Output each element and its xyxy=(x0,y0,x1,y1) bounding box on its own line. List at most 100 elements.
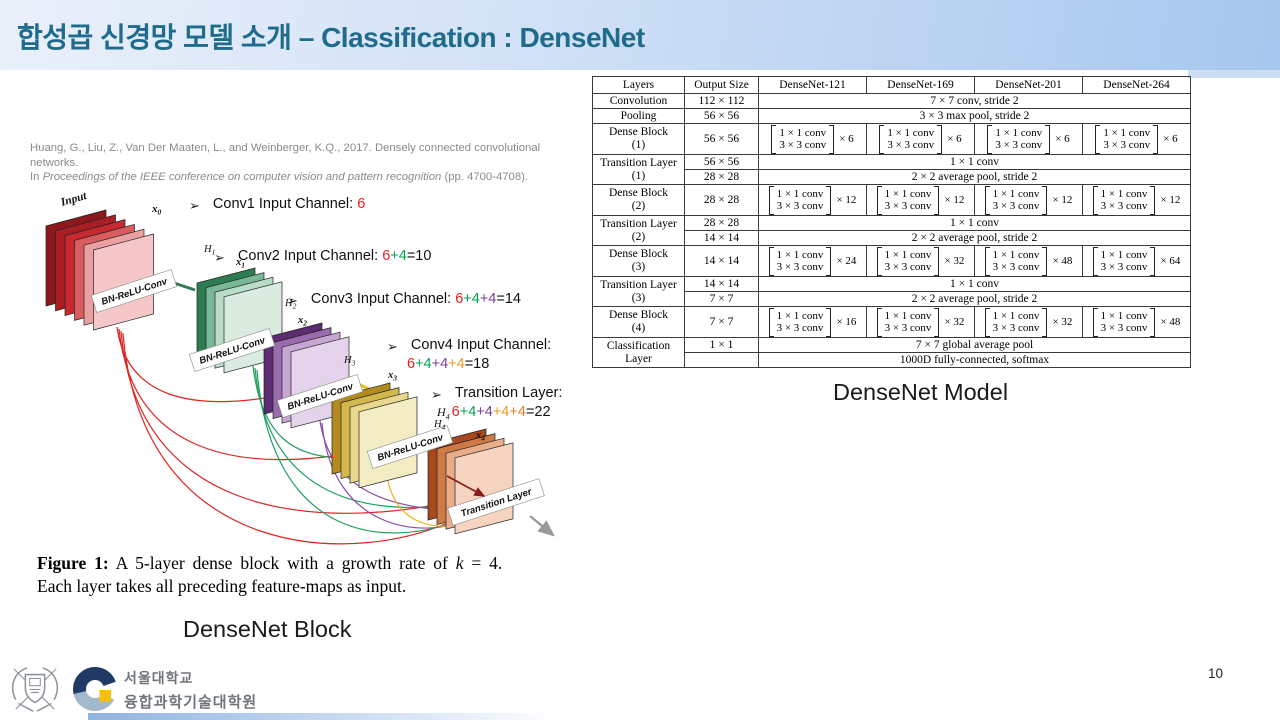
bullet-conv3: ➢ Conv3 Input Channel: 6+4+4=14 xyxy=(287,291,521,310)
densenet-model-label: DenseNet Model xyxy=(833,379,1009,405)
transition-layer-2-op-b: 2 × 2 average pool, stride 2 xyxy=(758,230,1191,246)
dense-block-1-169-cell: 1 × 1 conv 3 × 3 conv × 6 xyxy=(866,123,975,155)
dense-block-2-169-cell: 1 × 1 conv 3 × 3 conv × 12 xyxy=(866,184,975,216)
aict-logo xyxy=(73,667,117,711)
conv3-green: +4 xyxy=(463,291,480,307)
dense-block-1-121-cell: 1 × 1 conv 3 × 3 conv × 6 xyxy=(758,123,867,155)
dense-block-1-264-cell: 1 × 1 conv 3 × 3 conv × 6 xyxy=(1082,123,1191,155)
bullet-transition: ➢ Transition Layer: H4 6+4+4+4+4=22 xyxy=(431,385,562,421)
classification-op-b-cell: 1000D fully-connected, softmax xyxy=(758,352,1191,368)
col-header-densenet-201: DenseNet-201 xyxy=(974,76,1083,94)
bullet-arrow-icon: ➢ xyxy=(214,250,225,265)
convolution-op-cell: 7 × 7 conv, stride 2 xyxy=(758,93,1191,109)
dense-block-1-201-cell: 1 × 1 conv 3 × 3 conv × 6 xyxy=(974,123,1083,155)
bullet-arrow-icon: ➢ xyxy=(431,387,442,402)
footer-department-name: 융합과학기술대학원 xyxy=(124,694,258,711)
transition-layer-2-row-a: Transition Layer (2) 28 × 28 1 × 1 conv xyxy=(592,215,1191,246)
transition-layer-3-op-a: 1 × 1 conv xyxy=(758,276,1191,292)
bullet-arrow-icon: ➢ xyxy=(189,198,200,213)
transition-total: =22 xyxy=(525,404,551,420)
transition-layer-1-output-b: 28 × 28 xyxy=(684,169,759,185)
bullet-conv1-label: Conv1 Input Channel: xyxy=(212,196,358,212)
dense-block-2-label-cell: Dense Block (2) xyxy=(592,184,685,216)
dense-block-3-label-cell: Dense Block (3) xyxy=(592,245,685,277)
dense-block-2-output-cell: 28 × 28 xyxy=(684,184,759,216)
col-header-densenet-121: DenseNet-121 xyxy=(758,76,867,94)
footer-university-name: 서울대학교 xyxy=(124,670,194,686)
figure-caption-line2: Each layer takes all preceding feature-m… xyxy=(37,575,407,596)
figure-caption-k: k xyxy=(455,553,464,573)
conv2-total: =10 xyxy=(406,248,432,264)
transition-layer-2-label-cell: Transition Layer (2) xyxy=(592,215,685,246)
header-right-tab xyxy=(1188,70,1280,78)
slide-title: 합성곱 신경망 모델 소개 – Classification : DenseNe… xyxy=(17,22,645,53)
dense-block-1-row: Dense Block (1) 56 × 56 1 × 1 conv 3 × 3 c… xyxy=(592,123,1191,155)
transition-layer-1-output-a: 56 × 56 xyxy=(684,154,759,170)
bullet-conv1: ➢ Conv1 Input Channel: 6 xyxy=(189,196,365,215)
transition-layer-1-label-cell: Transition Layer (1) xyxy=(592,154,685,185)
conv2-green: +4 xyxy=(390,248,407,264)
transition-layer-3-output-a: 14 × 14 xyxy=(684,276,759,292)
dense-block-2-264-cell: 1 × 1 conv 3 × 3 conv × 12 xyxy=(1082,184,1191,216)
logo-yellow-square xyxy=(99,690,111,702)
transition-layer-3-op-b: 2 × 2 average pool, stride 2 xyxy=(758,291,1191,307)
col-header-densenet-169: DenseNet-169 xyxy=(866,76,975,94)
dense-block-2-row: Dense Block (2) 28 × 28 1 × 1 conv 3 × 3 c… xyxy=(592,184,1191,216)
input-feature-stack xyxy=(45,209,154,331)
dense-block-3-169-cell: 1 × 1 conv 3 × 3 conv × 32 xyxy=(866,245,975,277)
h4-symbol: H4 xyxy=(437,405,450,422)
col-header-output-size: Output Size xyxy=(684,76,759,94)
dense-block-3-201-cell: 1 × 1 conv 3 × 3 conv × 48 xyxy=(974,245,1083,277)
table-header-row: Layers Output Size DenseNet-121 DenseNet… xyxy=(592,76,1191,94)
figure-caption-label: Figure 1: xyxy=(37,553,109,573)
input-label: Input xyxy=(59,190,89,209)
bullet-arrow-icon: ➢ xyxy=(287,293,298,308)
pooling-layer-cell: Pooling xyxy=(592,108,685,124)
bullet-conv2: ➢ Conv2 Input Channel: 6+4=10 xyxy=(214,248,431,267)
transition-layer-3-label-cell: Transition Layer (3) xyxy=(592,276,685,307)
dense-block-1-output-cell: 56 × 56 xyxy=(684,123,759,155)
citation-line2-italic: Proceedings of the IEEE conference on co… xyxy=(42,171,442,184)
green-connector-tick xyxy=(173,281,196,292)
densenet-architecture-table: Layers Output Size DenseNet-121 DenseNet… xyxy=(592,76,1191,368)
dense-block-3-row: Dense Block (3) 14 × 14 1 × 1 conv 3 × 3 c… xyxy=(592,245,1191,277)
pooling-op-cell: 3 × 3 max pool, stride 2 xyxy=(758,108,1191,124)
citation-line1: Huang, G., Liu, Z., Van Der Maaten, L., … xyxy=(30,142,541,169)
svg-text:Input: Input xyxy=(59,190,89,209)
bullet-arrow-icon: ➢ xyxy=(387,339,398,354)
transition-layer-1-row-a: Transition Layer (1) 56 × 56 1 × 1 conv xyxy=(592,154,1191,185)
dense-block-4-169-cell: 1 × 1 conv 3 × 3 conv × 32 xyxy=(866,306,975,338)
bullet-transition-label: Transition Layer: xyxy=(454,385,563,401)
transition-layer-2-op-a: 1 × 1 conv xyxy=(758,215,1191,231)
dense-block-4-label-cell: Dense Block (4) xyxy=(592,306,685,338)
col-header-layers: Layers xyxy=(592,76,685,94)
figure-caption: Figure 1: A 5-layer dense block with a g… xyxy=(37,552,517,597)
snu-crest-icon xyxy=(12,667,58,712)
dense-block-4-121-cell: 1 × 1 conv 3 × 3 conv × 16 xyxy=(758,306,867,338)
bottom-accent-bar xyxy=(88,713,558,720)
bullet-conv4-label: Conv4 Input Channel: xyxy=(410,337,552,353)
transition-layer-3-output-b: 7 × 7 xyxy=(684,291,759,307)
figure-caption-post: = 4. xyxy=(463,553,503,573)
footer-affiliation: 서울대학교 융합과학기술대학원 xyxy=(124,668,257,712)
dense-block-4-output-cell: 7 × 7 xyxy=(684,306,759,338)
dense-block-4-201-cell: 1 × 1 conv 3 × 3 conv × 32 xyxy=(974,306,1083,338)
conv3-total: =14 xyxy=(496,291,521,307)
classification-row-a: Classification Layer 1 × 1 7 × 7 global a… xyxy=(592,337,1191,368)
densenet-block-label: DenseNet Block xyxy=(183,616,352,642)
dense-block-4-264-cell: 1 × 1 conv 3 × 3 conv × 48 xyxy=(1082,306,1191,338)
transition-purple: +4 xyxy=(476,404,493,420)
conv4-total: =18 xyxy=(464,356,490,372)
convolution-output-cell: 112 × 112 xyxy=(684,93,759,109)
figure-caption-pre: A 5-layer dense block with a growth rate… xyxy=(108,553,456,573)
citation-line2-prefix: In xyxy=(30,171,43,184)
dense-block-2-121-cell: 1 × 1 conv 3 × 3 conv × 12 xyxy=(758,184,867,216)
transition-layer-1-op-b: 2 × 2 average pool, stride 2 xyxy=(758,169,1191,185)
citation: Huang, G., Liu, Z., Van Der Maaten, L., … xyxy=(30,141,550,185)
classification-op-a-cell: 7 × 7 global average pool xyxy=(758,337,1191,353)
conv4-gold: +4 xyxy=(448,356,465,372)
bullet-conv2-label: Conv2 Input Channel: xyxy=(237,248,383,264)
transition-layer-1-op-a: 1 × 1 conv xyxy=(758,154,1191,170)
dense-block-3-264-cell: 1 × 1 conv 3 × 3 conv × 64 xyxy=(1082,245,1191,277)
pooling-output-cell: 56 × 56 xyxy=(684,108,759,124)
